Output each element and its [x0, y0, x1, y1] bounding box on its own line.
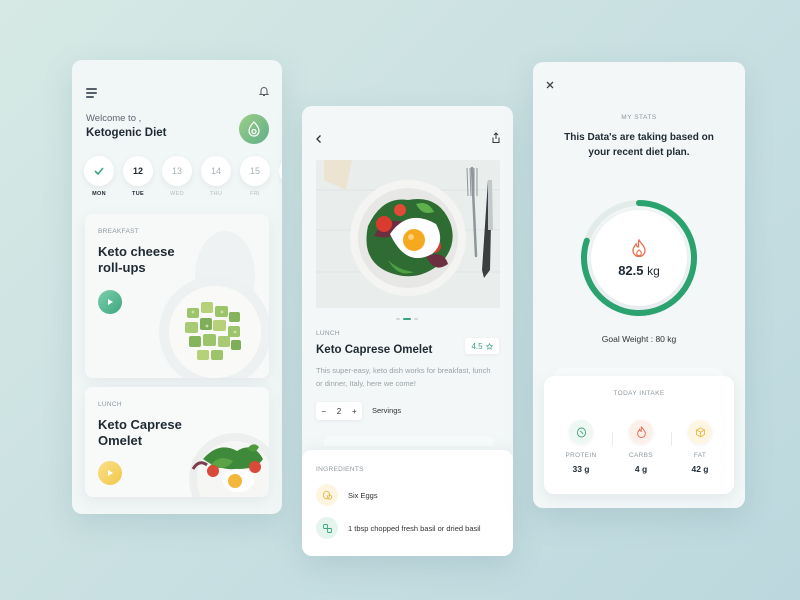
- weight-progress-ring: 82.5 kg: [579, 198, 699, 318]
- day-selector: MON 12 TUE 13 WED 14 THU 15 FRI: [84, 156, 282, 197]
- macro-value: 33 g: [572, 464, 590, 474]
- macro-protein[interactable]: PROTEIN 33 g: [551, 420, 611, 474]
- meal-name-line2: roll-ups: [98, 260, 146, 275]
- bell-icon[interactable]: [258, 85, 270, 97]
- card-stack-shadow: [324, 436, 494, 446]
- recipe-title: Keto Caprese Omelet: [316, 344, 433, 356]
- day-sat[interactable]: [279, 156, 282, 186]
- day-label: FRI: [250, 191, 260, 197]
- decrement-button[interactable]: −: [321, 407, 326, 416]
- play-button[interactable]: [98, 461, 122, 485]
- goal-weight: Goal Weight : 80 kg: [601, 334, 677, 344]
- servings-label: Servings: [372, 406, 402, 415]
- servings-stepper: − 2 +: [316, 402, 362, 420]
- section-label: MY STATS: [621, 114, 657, 121]
- day-label: TUE: [132, 191, 144, 197]
- day-thu[interactable]: 14 THU: [201, 156, 231, 197]
- meal-name-line2: Omelet: [98, 433, 143, 448]
- rating-value: 4.5: [471, 341, 483, 351]
- day-mon[interactable]: MON: [84, 156, 114, 197]
- cube-icon: [688, 420, 712, 444]
- diet-title: Ketogenic Diet: [86, 127, 167, 139]
- day-label: THU: [209, 191, 223, 197]
- meal-name-line1: Keto Caprese: [98, 417, 182, 432]
- stats-headline-line2: your recent diet plan.: [588, 147, 690, 158]
- stats-headline: This Data's are taking based on your rec…: [547, 130, 731, 160]
- day-number: 12: [123, 156, 153, 186]
- day-wed[interactable]: 13 WED: [162, 156, 192, 197]
- protein-icon: [569, 420, 593, 444]
- stats-screen: MY STATS This Data's are taking based on…: [533, 62, 745, 508]
- current-weight: 82.5 kg: [618, 263, 660, 278]
- ingredients-card: INGREDIENTS Six Eggs 1 tbsp chopped fres…: [302, 450, 513, 556]
- day-circle: [84, 156, 114, 186]
- weight-display: 82.5 kg: [591, 210, 687, 306]
- egg-icon: [316, 484, 338, 506]
- day-tue[interactable]: 12 TUE: [123, 156, 153, 197]
- macro-label: PROTEIN: [565, 452, 597, 459]
- ingredient-row[interactable]: Six Eggs: [316, 484, 378, 506]
- meal-name-line1: Keto cheese: [98, 244, 175, 259]
- recipe-screen: LUNCH Keto Caprese Omelet 4.5 This super…: [302, 106, 513, 556]
- flame-icon: [629, 420, 653, 444]
- recipe-description: This super-easy, keto dish works for bre…: [316, 366, 491, 388]
- day-label: WED: [170, 191, 184, 197]
- increment-button[interactable]: +: [352, 407, 357, 416]
- macro-label: CARBS: [629, 452, 653, 459]
- ingredients-label: INGREDIENTS: [316, 466, 364, 473]
- day-fri[interactable]: 15 FRI: [240, 156, 270, 197]
- day-circle: [279, 156, 282, 186]
- meal-card-lunch[interactable]: LUNCH Keto Caprese Omelet: [85, 387, 269, 497]
- carousel-dots[interactable]: [396, 318, 418, 320]
- macro-carbs[interactable]: CARBS 4 g: [611, 420, 671, 474]
- macro-value: 42 g: [691, 464, 709, 474]
- close-icon[interactable]: [545, 80, 555, 90]
- play-button[interactable]: [98, 290, 122, 314]
- omelet-dish-illustration: [316, 160, 500, 308]
- ingredient-row[interactable]: 1 tbsp chopped fresh basil or dried basi…: [316, 517, 481, 539]
- ingredient-text: 1 tbsp chopped fresh basil or dried basi…: [348, 523, 481, 533]
- recipe-hero-image: [316, 160, 500, 308]
- today-intake-card: TODAY INTAKE PROTEIN 33 g CARBS 4 g FAT …: [544, 376, 734, 494]
- check-icon: [94, 167, 104, 175]
- weight-value: 82.5: [618, 262, 644, 278]
- avocado-icon: [248, 121, 260, 137]
- flame-icon: [632, 238, 646, 257]
- meal-tag: LUNCH: [98, 401, 122, 408]
- ingredient-text: Six Eggs: [348, 490, 378, 500]
- rating-badge[interactable]: 4.5: [465, 338, 499, 354]
- meal-card-breakfast[interactable]: BREAKFAST Keto cheese roll-ups: [85, 214, 269, 378]
- day-number: 15: [240, 156, 270, 186]
- meal-tag: BREAKFAST: [98, 228, 139, 235]
- menu-icon[interactable]: [86, 88, 97, 100]
- avocado-avatar[interactable]: [239, 114, 269, 144]
- macro-value: 4 g: [634, 464, 648, 474]
- intake-label: TODAY INTAKE: [613, 390, 665, 397]
- play-icon: [108, 299, 113, 305]
- day-number: 13: [162, 156, 192, 186]
- day-number: 14: [201, 156, 231, 186]
- stats-headline-line1: This Data's are taking based on: [564, 132, 714, 143]
- recipe-tag: LUNCH: [316, 330, 340, 337]
- weight-unit: kg: [647, 263, 660, 278]
- basil-icon: [316, 517, 338, 539]
- servings-count: 2: [336, 406, 342, 416]
- macro-label: FAT: [693, 452, 707, 459]
- day-label: MON: [92, 191, 106, 197]
- play-icon: [108, 470, 113, 476]
- share-icon[interactable]: [491, 132, 501, 144]
- back-arrow-icon[interactable]: [314, 134, 324, 144]
- home-screen: Welcome to , Ketogenic Diet MON 12 TUE 1…: [72, 60, 282, 514]
- welcome-text: Welcome to ,: [86, 113, 142, 124]
- star-icon: [485, 342, 493, 350]
- macro-fat[interactable]: FAT 42 g: [670, 420, 730, 474]
